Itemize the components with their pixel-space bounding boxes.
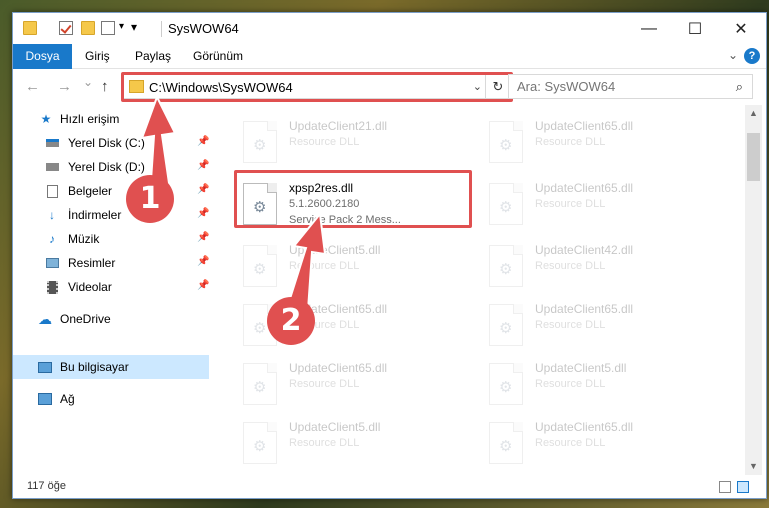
step-badge-2: 2 (267, 297, 315, 345)
step-badge-1: 1 (126, 175, 174, 223)
arrow-to-file (286, 211, 327, 312)
annotation-arrows (140, 94, 327, 312)
